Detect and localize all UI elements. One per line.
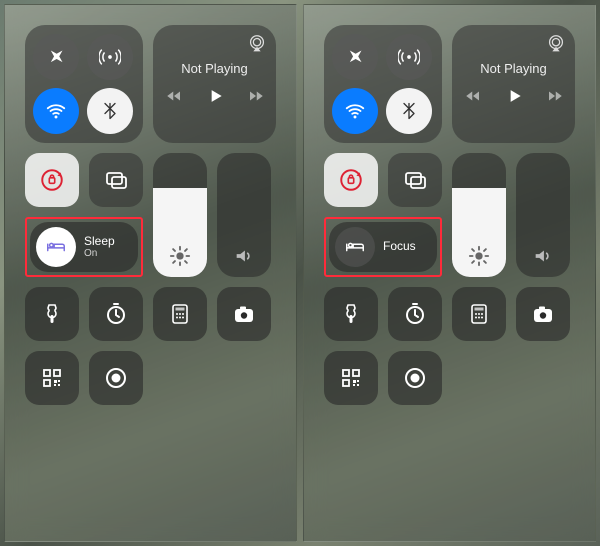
screen-record-button[interactable] [388,351,442,405]
wifi-toggle[interactable] [33,88,79,134]
volume-slider[interactable] [217,153,271,277]
wifi-toggle[interactable] [332,88,378,134]
brightness-icon [169,245,191,267]
focus-highlight: Focus [324,217,442,277]
flashlight-icon [339,302,363,326]
focus-toggle[interactable]: Sleep On [30,222,138,272]
airplane-mode-toggle[interactable] [332,34,378,80]
focus-highlight: Sleep On [25,217,143,277]
screen-record-button[interactable] [89,351,143,405]
control-center-panel-right: Not Playing Focus [303,4,596,542]
rotation-lock-icon [39,167,65,193]
airplay-button[interactable] [545,33,567,55]
calculator-button[interactable] [452,287,506,341]
rotation-lock-toggle[interactable] [25,153,79,207]
focus-mode-circle [335,227,375,267]
bluetooth-toggle[interactable] [87,88,133,134]
airplane-mode-toggle[interactable] [33,34,79,80]
focus-status: On [84,248,115,259]
screen-record-icon [104,366,128,390]
bluetooth-icon [399,101,419,121]
screen-mirroring-icon [403,168,427,192]
camera-icon [232,302,256,326]
connectivity-group [324,25,442,143]
airplane-icon [344,46,366,68]
flashlight-icon [40,302,64,326]
cellular-data-toggle[interactable] [87,34,133,80]
timer-icon [104,302,128,326]
brightness-icon [468,245,490,267]
media-title: Not Playing [460,61,567,76]
rotation-lock-icon [338,167,364,193]
qr-scanner-button[interactable] [324,351,378,405]
play-icon [205,86,225,106]
volume-icon [233,245,255,267]
prev-track-button[interactable] [165,87,183,105]
wifi-icon [344,100,366,122]
play-icon [504,86,524,106]
play-button[interactable] [205,86,225,106]
bluetooth-toggle[interactable] [386,88,432,134]
qr-scanner-icon [40,366,64,390]
cellular-icon [398,46,420,68]
screen-mirroring-button[interactable] [89,153,143,207]
qr-scanner-icon [339,366,363,390]
calculator-icon [467,302,491,326]
cellular-icon [99,46,121,68]
airplane-icon [45,46,67,68]
prev-track-icon [464,87,482,105]
calculator-icon [168,302,192,326]
airplay-icon [545,33,567,55]
bed-icon [344,236,366,258]
bluetooth-icon [100,101,120,121]
media-controls[interactable]: Not Playing [153,25,276,143]
control-center-panel-left: Not Playing Sleep [4,4,297,542]
rotation-lock-toggle[interactable] [324,153,378,207]
media-title: Not Playing [161,61,268,76]
timer-icon [403,302,427,326]
focus-mode-circle [36,227,76,267]
camera-icon [531,302,555,326]
flashlight-button[interactable] [324,287,378,341]
airplay-button[interactable] [246,33,268,55]
brightness-slider[interactable] [452,153,506,277]
calculator-button[interactable] [153,287,207,341]
media-controls[interactable]: Not Playing [452,25,575,143]
qr-scanner-button[interactable] [25,351,79,405]
next-track-button[interactable] [546,87,564,105]
connectivity-group [25,25,143,143]
camera-button[interactable] [516,287,570,341]
play-button[interactable] [504,86,524,106]
next-track-icon [546,87,564,105]
cellular-data-toggle[interactable] [386,34,432,80]
volume-slider[interactable] [516,153,570,277]
next-track-button[interactable] [247,87,265,105]
volume-icon [532,245,554,267]
screen-mirroring-icon [104,168,128,192]
camera-button[interactable] [217,287,271,341]
wifi-icon [45,100,67,122]
timer-button[interactable] [89,287,143,341]
prev-track-icon [165,87,183,105]
bed-icon [45,236,67,258]
timer-button[interactable] [388,287,442,341]
prev-track-button[interactable] [464,87,482,105]
focus-toggle[interactable]: Focus [329,222,437,272]
next-track-icon [247,87,265,105]
screen-mirroring-button[interactable] [388,153,442,207]
screen-record-icon [403,366,427,390]
airplay-icon [246,33,268,55]
focus-label: Sleep [84,235,115,248]
brightness-slider[interactable] [153,153,207,277]
flashlight-button[interactable] [25,287,79,341]
focus-label: Focus [383,240,416,253]
